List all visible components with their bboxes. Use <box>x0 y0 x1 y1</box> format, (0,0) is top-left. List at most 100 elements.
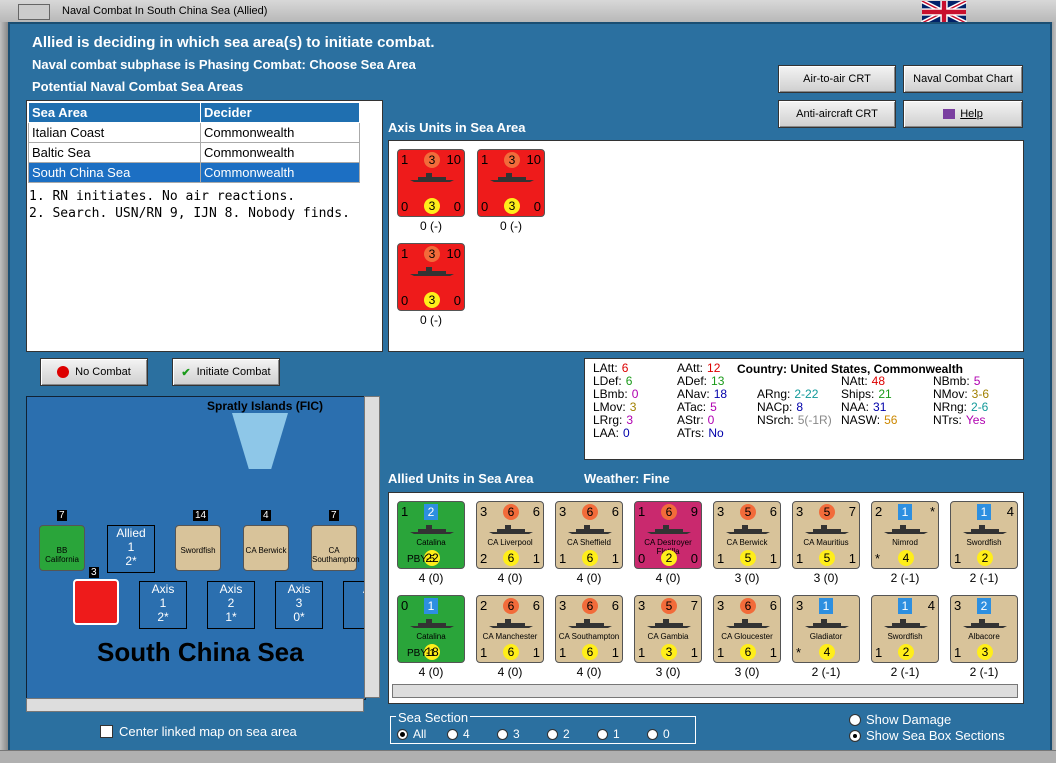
unit-counter[interactable]: 3 6 6 CA Liverpool 2 1 6 <box>476 501 544 569</box>
axis-sea-box[interactable]: Axis 1 2* <box>139 581 187 629</box>
sea-section-radio[interactable] <box>547 728 558 740</box>
axis-units-label: Axis Units in Sea Area <box>388 120 526 135</box>
sea-name-label: South China Sea <box>97 637 304 667</box>
help-button[interactable]: Help <box>903 100 1023 128</box>
stat-value: 48 <box>871 374 886 388</box>
unit-counter[interactable]: 196CA Destroyer Flotilla002 <box>634 501 702 569</box>
sea-section-option[interactable]: All <box>397 727 447 741</box>
unit-strength-caption: 4 (0) <box>576 665 602 679</box>
no-entry-icon <box>57 366 70 378</box>
ship-silhouette-icon <box>489 525 533 534</box>
allied-horizontal-scrollbar[interactable] <box>392 684 1018 698</box>
unit-counter[interactable]: 0 1 Catalina 18 PBY-1 <box>397 595 465 663</box>
axis-sea-box[interactable]: Axis 3 0* <box>275 581 323 629</box>
unit-counter[interactable]: 3 6 6 CA Southampton 1 1 6 <box>555 595 623 663</box>
unit-counter[interactable]: 1 10 3 0 0 3 <box>477 149 545 217</box>
unit-counter[interactable]: 3 7 5 CA Mauritius 1 1 5 <box>792 501 860 569</box>
air-to-air-crt-button[interactable]: Air-to-air CRT <box>778 65 896 93</box>
unit-counter[interactable]: 4 1 Swordfish 1 2 <box>871 595 939 663</box>
counter-bottom-left: 0 <box>401 293 409 308</box>
uk-flag-icon <box>920 0 968 25</box>
table-row[interactable]: Italian Coast Commonwealth <box>28 122 360 143</box>
sea-box-num: 1 <box>159 596 167 610</box>
anti-aircraft-crt-button[interactable]: Anti-aircraft CRT <box>778 100 896 128</box>
unit-counter[interactable]: 2 6 6 CA Manchester 1 1 6 <box>476 595 544 663</box>
unit-strength-caption: 0 (-) <box>420 313 442 327</box>
counter-top-right: 6 <box>769 598 777 613</box>
unit-counter[interactable]: 1 10 3 0 0 3 <box>397 243 465 311</box>
unit-strength-caption: 4 (0) <box>655 571 681 585</box>
map-unit-counter[interactable]: CA Southampton <box>311 525 360 571</box>
stat-label: ATrs: <box>677 426 705 440</box>
sea-section-radio[interactable] <box>447 728 458 740</box>
defense-value: 3 <box>424 292 440 308</box>
unit-counter[interactable]: 1 10 3 0 0 3 <box>397 149 465 217</box>
initiate-combat-button[interactable]: ✔ Initiate Combat <box>172 358 280 386</box>
sea-section-option[interactable]: 3 <box>497 727 547 741</box>
ship-silhouette-icon <box>410 173 454 182</box>
allied-sea-box[interactable]: Allied 1 2* <box>107 525 155 573</box>
sea-section-option[interactable]: 2 <box>547 727 597 741</box>
counter-bottom-right: 1 <box>611 645 619 660</box>
sea-section-radio[interactable] <box>397 728 408 740</box>
counter-top-left: 3 <box>480 504 488 519</box>
map-horizontal-scrollbar[interactable] <box>26 698 364 712</box>
col-decider[interactable]: Decider <box>200 102 360 123</box>
unit-counter[interactable]: 3 2 Albacore 1 3 <box>950 595 1018 663</box>
map-unit-counter[interactable]: Swordfish <box>175 525 221 571</box>
sea-section-radio[interactable] <box>597 728 608 740</box>
defense-value: 5 <box>819 550 835 566</box>
unit-counter[interactable]: 3 1 Gladiator * 4 <box>792 595 860 663</box>
axis-sea-box[interactable]: A <box>343 581 365 629</box>
table-row-selected[interactable]: South China Sea Commonwealth <box>28 162 360 183</box>
unit-counter[interactable]: 3 6 6 CA Sheffield 1 1 6 <box>555 501 623 569</box>
axis-map-counter[interactable] <box>73 579 119 625</box>
counter-top-left: 1 <box>401 504 409 519</box>
show-damage-radio[interactable] <box>849 713 861 726</box>
counter-bottom-left: 0 <box>638 551 646 566</box>
naval-combat-chart-button[interactable]: Naval Combat Chart <box>903 65 1023 93</box>
unit-strength-caption: 4 (0) <box>418 571 444 585</box>
map-vertical-scrollbar[interactable] <box>364 396 380 698</box>
center-map-option[interactable]: Center linked map on sea area <box>100 724 297 739</box>
table-row[interactable]: Baltic Sea Commonwealth <box>28 142 360 163</box>
map-unit-counter[interactable]: CA Berwick <box>243 525 289 571</box>
stat-label: NRng: <box>933 400 968 414</box>
show-damage-option[interactable]: Show Damage <box>849 712 951 727</box>
unit-name: Albacore <box>968 632 1000 641</box>
unit-counter[interactable]: 3 6 6 CA Gloucester 1 1 6 <box>713 595 781 663</box>
counter-top-right: 4 <box>1006 504 1014 519</box>
unit-counter[interactable]: 4 1 Swordfish 1 2 <box>950 501 1018 569</box>
unit-counter[interactable]: 1 2 Catalina 22 PBY-5 <box>397 501 465 569</box>
sea-section-option[interactable]: 4 <box>447 727 497 741</box>
ship-silhouette-icon <box>568 619 612 628</box>
unit-counter[interactable]: 3 6 5 CA Berwick 1 1 5 <box>713 501 781 569</box>
unit-counter[interactable]: 2 * 1 Nimrod * 4 <box>871 501 939 569</box>
sea-map[interactable]: Spratly Islands (FIC) South China Sea BB… <box>26 396 366 700</box>
unit-counter[interactable]: 3 7 5 CA Gambia 1 1 3 <box>634 595 702 663</box>
sea-section-radio[interactable] <box>647 728 658 740</box>
prompt-line-3: Potential Naval Combat Sea Areas <box>32 79 244 94</box>
help-label: Help <box>960 108 983 120</box>
stat-value: 5(-1R) <box>797 413 832 427</box>
show-sea-box-label: Show Sea Box Sections <box>866 728 1005 743</box>
stat-row: NSrch: 5(-1R) <box>757 414 832 427</box>
stat-label: Ships: <box>841 387 875 401</box>
window-menu-icon[interactable] <box>18 4 50 20</box>
sea-section-option[interactable]: 1 <box>597 727 647 741</box>
col-sea-area[interactable]: Sea Area <box>28 102 201 123</box>
sea-section-option[interactable]: 0 <box>647 727 697 741</box>
center-map-checkbox[interactable] <box>100 725 113 738</box>
show-sea-box-radio[interactable] <box>849 729 861 742</box>
stack-count-badge: 14 <box>193 510 209 521</box>
ship-silhouette-icon <box>647 619 691 628</box>
show-sea-box-option[interactable]: Show Sea Box Sections <box>849 728 1005 743</box>
axis-sea-box[interactable]: Axis 2 1* <box>207 581 255 629</box>
stat-label: ADef: <box>677 374 708 388</box>
stat-label: NBmb: <box>933 374 970 388</box>
no-combat-button[interactable]: No Combat <box>40 358 148 386</box>
sea-section-radio[interactable] <box>497 728 508 740</box>
attack-value: 5 <box>740 504 756 520</box>
map-unit-counter[interactable]: BB California <box>39 525 85 571</box>
allied-units-label: Allied Units in Sea Area <box>388 471 534 486</box>
